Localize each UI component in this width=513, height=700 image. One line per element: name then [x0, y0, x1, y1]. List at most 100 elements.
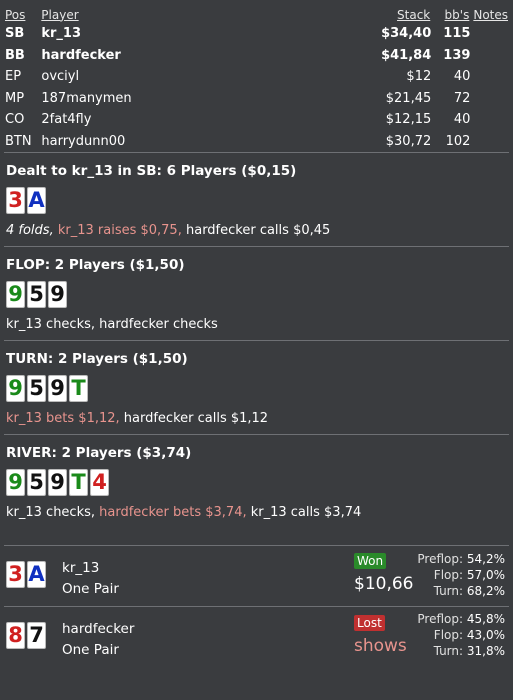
action-text: kr_13 raises $0,75, [57, 223, 186, 238]
result-badge: Lost [354, 615, 385, 631]
player-name: 187manymen [41, 90, 132, 106]
equity-label: Flop: [433, 568, 464, 582]
player-row[interactable]: BTN harrydunn00 $30,72 102 [5, 131, 508, 153]
street-flop: FLOP: 2 Players ($1,50) 959 kr_13 checks… [0, 247, 513, 340]
playing-card: 9 [48, 375, 67, 402]
player-stack: $30,72 [385, 133, 432, 149]
board-cards: 959 [6, 281, 507, 309]
player-row[interactable]: MP 187manymen $21,45 72 [5, 88, 508, 110]
action-text: hardfecker calls $0,45 [185, 223, 331, 238]
player-bbs: 72 [453, 90, 471, 106]
showdown-cards: 87 [6, 622, 46, 650]
action-text: kr_13 calls $3,74 [250, 505, 362, 520]
result-player-name[interactable]: hardfecker [62, 621, 134, 637]
playing-card: 8 [6, 622, 25, 649]
player-name: ovciyl [41, 69, 80, 85]
player-row[interactable]: CO 2fat4fly $12,15 40 [5, 109, 508, 131]
header-player[interactable]: Player [41, 8, 227, 22]
player-row[interactable]: BB hardfecker $41,84 139 [5, 45, 508, 67]
players-header: Pos Player Stack bb's Notes [5, 6, 508, 23]
player-bbs: 40 [453, 112, 471, 128]
action-text: hardfecker bets $3,74, [99, 505, 251, 520]
playing-card: T [69, 375, 88, 402]
result-badge: Won [354, 553, 387, 569]
street-title: RIVER: 2 Players ($3,74) [6, 445, 192, 461]
playing-card: 9 [6, 375, 25, 402]
showdown-cards: 3A [6, 561, 46, 589]
header-pos[interactable]: Pos [5, 8, 41, 22]
player-name: harrydunn00 [41, 133, 126, 149]
player-row[interactable]: SB kr_13 $34,40 115 [5, 23, 508, 45]
playing-card: 3 [6, 187, 25, 214]
result-amount: shows [354, 636, 407, 656]
player-stack: $12,15 [385, 112, 432, 128]
street-title: Dealt to kr_13 in SB: 6 Players ($0,15) [6, 163, 297, 179]
equity-line: Preflop: 54,2% [417, 551, 505, 567]
playing-card: A [27, 561, 46, 588]
playing-card: 5 [27, 281, 46, 308]
equity-line: Flop: 43,0% [417, 627, 505, 643]
action-text: 4 folds, [6, 223, 58, 238]
player-pos: CO [5, 112, 25, 128]
player-bbs: 115 [443, 26, 471, 42]
street-title: FLOP: 2 Players ($1,50) [6, 257, 185, 273]
playing-card: 4 [90, 469, 109, 496]
player-stack: $12 [406, 69, 432, 85]
player-rows: SB kr_13 $34,40 115 BB hardfecker $41,84 139 EP o… [5, 23, 508, 152]
header-bbs[interactable]: bb's [430, 8, 470, 22]
equity-value: 45,8% [466, 612, 505, 626]
result-player-name[interactable]: kr_13 [62, 560, 99, 576]
player-name: kr_13 [41, 26, 82, 42]
player-pos: BTN [5, 133, 32, 149]
hole-cards: 3A [6, 187, 507, 215]
street-turn: TURN: 2 Players ($1,50) 959T kr_13 bets … [0, 341, 513, 434]
player-pos: SB [5, 26, 25, 42]
equity-label: Turn: [433, 644, 464, 658]
playing-card: 3 [6, 561, 25, 588]
player-stack: $41,84 [381, 47, 432, 63]
playing-card: 5 [27, 469, 46, 496]
equity-value: 68,2% [466, 584, 505, 598]
player-bbs: 102 [445, 133, 471, 149]
player-bbs: 139 [443, 47, 471, 63]
equity-label: Preflop: [417, 552, 464, 566]
board-cards: 959T [6, 375, 507, 403]
equity-value: 43,0% [466, 628, 505, 642]
action-line: kr_13 checks, hardfecker bets $3,74, kr_… [6, 505, 507, 520]
playing-card: T [69, 469, 88, 496]
equity-label: Flop: [433, 628, 464, 642]
playing-card: 9 [6, 281, 25, 308]
action-text: kr_13 bets $1,12, [6, 411, 124, 426]
playing-card: 9 [6, 469, 25, 496]
playing-card: 7 [27, 622, 46, 649]
equity-stats: Preflop: 54,2% Flop: 57,0% Turn: 68,2% [417, 551, 505, 599]
player-pos: BB [5, 47, 25, 63]
equity-label: Preflop: [417, 612, 464, 626]
action-text: hardfecker calls $1,12 [123, 411, 269, 426]
header-notes[interactable]: Notes [469, 8, 508, 22]
street-preflop: Dealt to kr_13 in SB: 6 Players ($0,15) … [0, 153, 513, 246]
player-bbs: 40 [453, 69, 471, 85]
header-stack[interactable]: Stack [227, 8, 430, 22]
result-row: 3A kr_13 One Pair Won $10,66 Preflop: 54… [0, 546, 513, 606]
equity-line: Preflop: 45,8% [417, 611, 505, 627]
player-row[interactable]: EP ovciyl $12 40 [5, 66, 508, 88]
playing-card: 9 [48, 469, 67, 496]
player-stack: $34,40 [381, 26, 432, 42]
player-pos: EP [5, 69, 22, 85]
action-text: kr_13 checks, [6, 505, 100, 520]
equity-value: 31,8% [466, 644, 505, 658]
equity-value: 54,2% [466, 552, 505, 566]
action-line: kr_13 bets $1,12, hardfecker calls $1,12 [6, 411, 507, 426]
player-pos: MP [5, 90, 25, 106]
equity-value: 57,0% [466, 568, 505, 582]
result-amount: $10,66 [354, 574, 414, 594]
player-stack: $21,45 [385, 90, 432, 106]
action-line: kr_13 checks, hardfecker checks [6, 317, 507, 332]
equity-line: Flop: 57,0% [417, 567, 505, 583]
player-name: hardfecker [41, 47, 121, 63]
result-hand: One Pair [62, 642, 119, 658]
playing-card: 9 [48, 281, 67, 308]
players-table: Pos Player Stack bb's Notes SB kr_13 $34,4… [0, 0, 513, 152]
street-title: TURN: 2 Players ($1,50) [6, 351, 188, 367]
